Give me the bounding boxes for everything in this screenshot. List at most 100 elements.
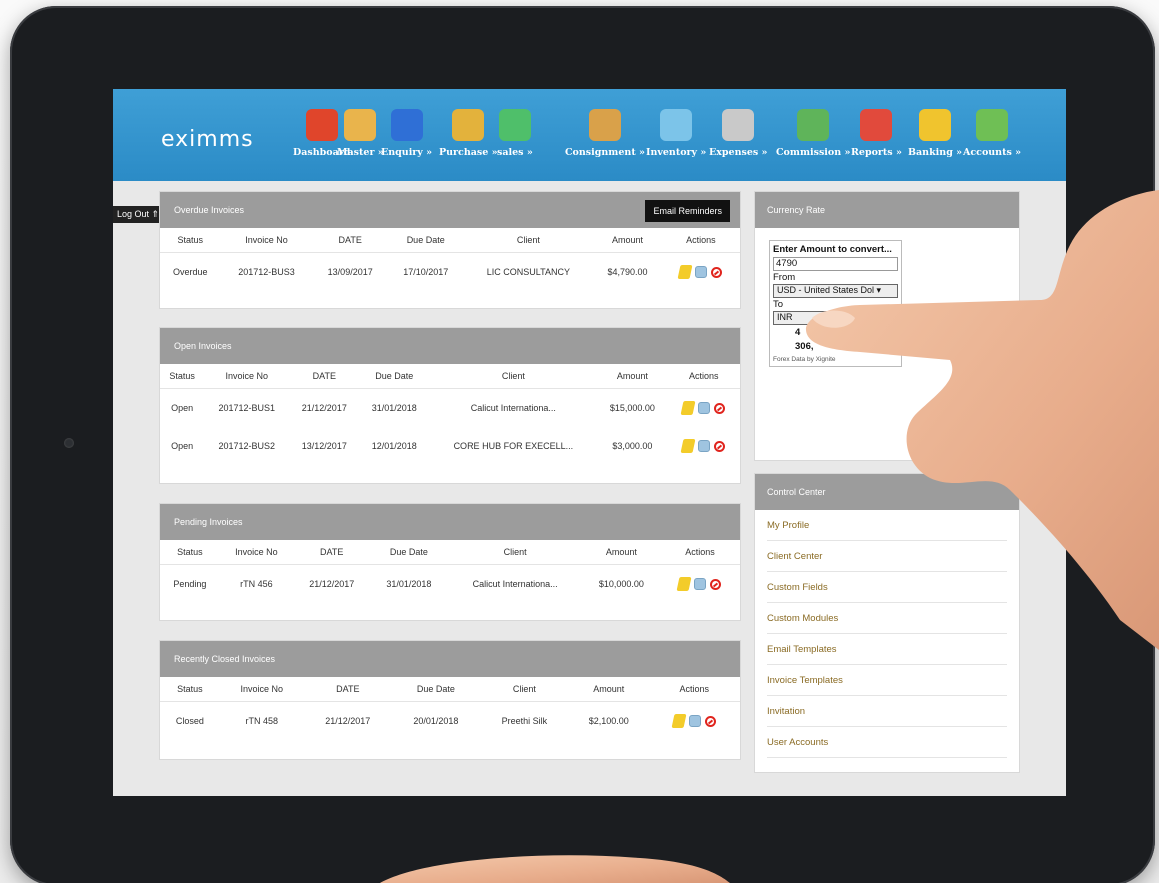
- package-icon: [588, 109, 621, 141]
- column-header-amount: Amount: [593, 228, 662, 253]
- cell-client: LIC CONSULTANCY: [486, 267, 570, 277]
- control-center-item-invitation[interactable]: Invitation: [767, 696, 1007, 727]
- photo-backdrop: eximms Dashboard Master » Enquiry » Purchas…: [0, 0, 1159, 883]
- cell-status: Open: [171, 403, 194, 413]
- house-icon: [305, 109, 338, 141]
- overdue-invoices-panel: Overdue Invoices Email Reminders Status I…: [159, 191, 741, 309]
- table-header-row: Status Invoice No DATE Due Date Client Amount…: [160, 540, 740, 565]
- delete-icon[interactable]: [714, 440, 726, 452]
- delete-icon[interactable]: [714, 402, 726, 414]
- open-invoices-title: Open Invoices: [174, 341, 232, 351]
- table-row[interactable]: Open 201712-BUS1 21/12/2017 31/01/2018 Calic…: [160, 389, 740, 428]
- nav-item-banking[interactable]: Banking »: [908, 109, 962, 171]
- copy-icon[interactable]: [698, 402, 711, 414]
- nav-item-inventory[interactable]: Inventory »: [646, 109, 706, 171]
- column-header-due-date: Due Date: [359, 364, 430, 389]
- column-header-client: Client: [463, 228, 594, 253]
- edit-icon[interactable]: [671, 714, 687, 728]
- cell-client: Preethi Silk: [501, 716, 548, 726]
- nav-item-expenses[interactable]: Expenses »: [709, 109, 767, 171]
- app-screen: eximms Dashboard Master » Enquiry » Purchas…: [113, 89, 1066, 796]
- table-row[interactable]: Closed rTN 458 21/12/2017 20/01/2018 Preethi…: [160, 702, 740, 741]
- edit-icon[interactable]: [677, 265, 693, 279]
- cell-invoice-no: rTN 456: [240, 579, 273, 589]
- column-header-client: Client: [429, 364, 598, 389]
- cell-amount: $2,100.00: [588, 716, 629, 726]
- control-center-item-client-center[interactable]: Client Center: [767, 541, 1007, 572]
- column-header-due-date: Due Date: [387, 228, 464, 253]
- to-currency-select[interactable]: INR: [773, 311, 898, 325]
- cell-due-date: 20/01/2018: [413, 716, 459, 726]
- nav-label: Reports »: [851, 147, 902, 158]
- edit-icon[interactable]: [680, 401, 696, 415]
- delete-icon[interactable]: [710, 578, 722, 590]
- nav-item-consignment[interactable]: Consignment »: [565, 109, 645, 171]
- nav-label: Commission »: [776, 147, 851, 158]
- nav-label: Accounts »: [963, 147, 1022, 158]
- nav-item-accounts[interactable]: Accounts »: [963, 109, 1021, 171]
- column-header-client: Client: [447, 540, 583, 565]
- cell-date: 13/09/2017: [327, 267, 373, 277]
- currency-rate-header: Currency Rate: [755, 192, 1019, 228]
- column-header-actions: Actions: [667, 364, 740, 389]
- nav-item-commission[interactable]: Commission »: [776, 109, 850, 171]
- app-logo[interactable]: eximms: [161, 127, 254, 152]
- from-currency-select[interactable]: USD - United States Dol ▾: [773, 284, 898, 298]
- cell-amount: $4,790.00: [607, 267, 648, 277]
- copy-icon[interactable]: [695, 266, 708, 278]
- control-center-panel: Control Center My Profile Client Center Cu…: [754, 473, 1020, 773]
- conversion-result-line2: 306,: [795, 341, 814, 352]
- bar-chart-icon: [660, 109, 693, 141]
- converter-prompt: Enter Amount to convert...: [773, 244, 892, 255]
- pending-invoices-title: Pending Invoices: [174, 517, 243, 527]
- control-center-item-email-templates[interactable]: Email Templates: [767, 634, 1007, 665]
- logout-button[interactable]: Log Out ⇑: [113, 206, 164, 223]
- to-label: To: [773, 299, 784, 310]
- control-center-item-my-profile[interactable]: My Profile: [767, 510, 1007, 541]
- email-reminders-button[interactable]: Email Reminders: [645, 200, 730, 222]
- copy-icon[interactable]: [698, 440, 711, 452]
- cell-amount: $3,000.00: [612, 441, 653, 451]
- cell-status: Closed: [175, 716, 204, 726]
- forex-credit: Forex Data by Xignite: [773, 356, 836, 363]
- operator-headset-icon: [344, 109, 377, 141]
- control-center-item-user-accounts[interactable]: User Accounts: [767, 727, 1007, 758]
- nav-label: Master »: [337, 147, 384, 158]
- control-center-item-custom-fields[interactable]: Custom Fields: [767, 572, 1007, 603]
- cell-status: Pending: [173, 579, 207, 589]
- delete-icon[interactable]: [704, 715, 716, 727]
- amount-input[interactable]: 4790: [773, 257, 898, 271]
- nav-item-purchase[interactable]: Purchase »: [439, 109, 498, 171]
- nav-item-reports[interactable]: Reports »: [851, 109, 902, 171]
- table-row[interactable]: Open 201712-BUS2 13/12/2017 12/01/2018 CORE …: [160, 427, 740, 465]
- copy-icon[interactable]: [694, 578, 707, 590]
- overdue-invoices-title: Overdue Invoices: [174, 205, 245, 215]
- cell-due-date: 31/01/2018: [386, 579, 432, 589]
- nav-label: Inventory »: [646, 147, 707, 158]
- delete-icon[interactable]: [711, 266, 723, 278]
- edit-icon[interactable]: [680, 439, 696, 453]
- nav-item-master[interactable]: Master »: [337, 109, 384, 171]
- control-center-item-invoice-templates[interactable]: Invoice Templates: [767, 665, 1007, 696]
- nav-item-sales[interactable]: sales »: [497, 109, 533, 171]
- open-invoices-table: Status Invoice No DATE Due Date Client Amount…: [160, 364, 740, 465]
- control-center-item-custom-modules[interactable]: Custom Modules: [767, 603, 1007, 634]
- cell-actions: [667, 389, 740, 428]
- open-invoices-header: Open Invoices: [160, 328, 740, 364]
- column-header-amount: Amount: [568, 677, 649, 702]
- edit-icon[interactable]: [676, 577, 692, 591]
- table-row[interactable]: Overdue 201712-BUS3 13/09/2017 17/10/2017 LI…: [160, 253, 740, 292]
- nav-label: Banking »: [908, 147, 963, 158]
- nav-item-enquiry[interactable]: Enquiry »: [381, 109, 432, 171]
- cell-due-date: 17/10/2017: [403, 267, 449, 277]
- closed-invoices-header: Recently Closed Invoices: [160, 641, 740, 677]
- column-header-status: Status: [160, 228, 221, 253]
- cell-amount: $15,000.00: [609, 403, 655, 413]
- coin-magnifier-icon: [722, 109, 755, 141]
- converter-widget: Enter Amount to convert... 4790 From USD…: [769, 240, 902, 367]
- column-header-invoice-no: Invoice No: [219, 540, 294, 565]
- top-navigation-bar: eximms Dashboard Master » Enquiry » Purchas…: [113, 89, 1066, 181]
- table-row[interactable]: Pending rTN 456 21/12/2017 31/01/2018 Calicu…: [160, 565, 740, 604]
- copy-icon[interactable]: [688, 715, 701, 727]
- closed-invoices-table: Status Invoice No DATE Due Date Client Amount…: [160, 677, 740, 740]
